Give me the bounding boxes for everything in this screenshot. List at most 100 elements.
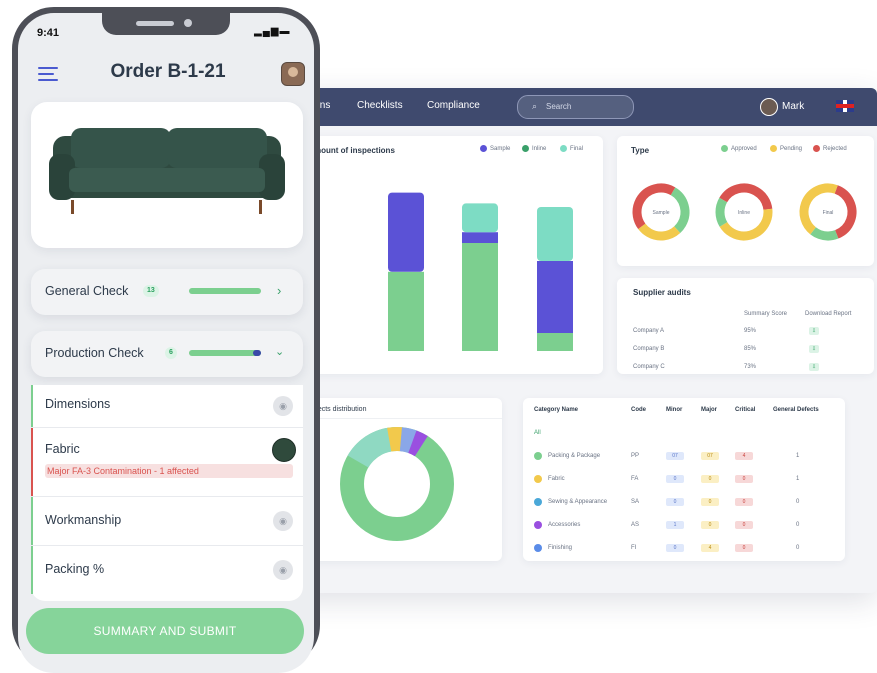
minor-count: 07 [666, 452, 684, 460]
bar-segment-inline[interactable] [537, 261, 573, 333]
category-name: Sewing & Appearance [548, 499, 608, 505]
category-name: Finishing [548, 545, 573, 551]
phone-notch [102, 13, 230, 35]
search-input[interactable]: ⌕ Search [517, 95, 634, 119]
production-check-progress [189, 350, 261, 356]
general-check-label: General Check [45, 284, 129, 298]
uk-flag-icon[interactable] [836, 100, 854, 112]
major-count: 07 [701, 452, 719, 460]
status-time: 9:41 [37, 27, 60, 39]
bar-segment-final[interactable] [537, 207, 573, 261]
major-count: 0 [701, 498, 719, 506]
supplier-score: 95% [744, 328, 757, 334]
phone-frame: 9:41 ▂▄▆▬ Order B-1-21 General Check 13 [12, 7, 320, 673]
product-image-card [31, 102, 303, 248]
user-avatar[interactable] [760, 98, 778, 116]
general-count: 0 [796, 545, 800, 551]
summary-submit-button[interactable]: SUMMARY AND SUBMIT [26, 608, 304, 654]
phone-screen: 9:41 ▂▄▆▬ Order B-1-21 General Check 13 [18, 13, 314, 673]
status-icons: ▂▄▆▬ [254, 26, 290, 37]
col-major: Major [701, 407, 718, 413]
col-minor: Minor [666, 407, 683, 413]
header-download-report: Download Report [805, 311, 852, 317]
minor-count: 0 [666, 498, 684, 506]
category-dot [534, 475, 542, 483]
major-count: 0 [701, 521, 719, 529]
header-summary-score: Summary Score [744, 311, 788, 317]
filter-all[interactable]: All [534, 430, 541, 436]
progress-tip [253, 350, 261, 356]
bar-segment-sample[interactable] [388, 271, 424, 351]
bar-segment-inline[interactable] [462, 232, 498, 243]
fabric-thumbnail[interactable] [272, 438, 296, 462]
camera-icon[interactable]: ◉ [273, 560, 293, 580]
minor-count: 0 [666, 475, 684, 483]
general-check-row[interactable]: General Check 13 › [31, 269, 303, 315]
search-icon: ⌕ [532, 101, 538, 111]
list-item-packing[interactable]: Packing % ◉ [31, 546, 305, 594]
list-item-fabric[interactable]: Fabric Major FA-3 Contamination - 1 affe… [31, 428, 305, 496]
category-code: PP [631, 453, 640, 459]
dashboard-window: ions Checklists Compliance ⌕ Search Mark… [290, 88, 877, 593]
menu-icon[interactable] [38, 67, 58, 81]
supplier-score: 73% [744, 364, 757, 370]
production-items-list: Dimensions ◉ Fabric Major FA-3 Contamina… [31, 385, 303, 601]
item-label: Fabric [45, 442, 80, 456]
nav-item-checklists[interactable]: Checklists [357, 100, 403, 111]
general-check-progress [189, 288, 261, 294]
supplier-company: Company A [633, 328, 665, 334]
bar-segment-sample[interactable] [462, 243, 498, 351]
signal-icon: ▂▄▆ [254, 26, 280, 37]
chevron-right-icon[interactable]: › [277, 283, 281, 298]
minor-count: 1 [666, 521, 684, 529]
minor-count: 0 [666, 544, 684, 552]
supplier-company: Company B [633, 346, 665, 352]
bar-segment-final[interactable] [462, 203, 498, 233]
camera-icon[interactable]: ◉ [273, 396, 293, 416]
download-icon[interactable]: ⇩ [809, 327, 819, 335]
progress-fill [189, 350, 261, 356]
list-item-workmanship[interactable]: Workmanship ◉ [31, 497, 305, 545]
bar-segment-sample[interactable] [537, 333, 573, 351]
critical-count: 4 [735, 452, 753, 460]
list-item-dimensions[interactable]: Dimensions ◉ [31, 385, 305, 427]
item-label: Packing % [45, 562, 105, 576]
download-icon[interactable]: ⇩ [809, 345, 819, 353]
major-count: 4 [701, 544, 719, 552]
user-name[interactable]: Mark [782, 101, 804, 112]
category-code: AS [631, 522, 640, 528]
major-count: 0 [701, 475, 719, 483]
critical-count: 0 [735, 475, 753, 483]
item-label: Dimensions [45, 397, 111, 411]
production-check-row[interactable]: Production Check 6 ⌄ [31, 331, 303, 377]
category-code: FI [631, 545, 637, 551]
sofa-image [49, 128, 285, 214]
general-count: 0 [796, 522, 800, 528]
bar-segment-inline[interactable] [388, 192, 424, 272]
category-dot [534, 498, 542, 506]
avatar[interactable] [281, 62, 305, 86]
defects-donut [340, 426, 454, 541]
page-title: Order B-1-21 [110, 61, 226, 82]
donut-final: Final [799, 183, 857, 241]
type-donuts: Sample Inline Final [632, 183, 857, 241]
general-check-count: 13 [143, 285, 159, 297]
download-icon[interactable]: ⇩ [809, 363, 819, 371]
category-table: Category Name Code Minor Major Critical … [523, 398, 845, 561]
production-check-label: Production Check [45, 346, 144, 360]
critical-count: 0 [735, 521, 753, 529]
col-general-defects: General Defects [773, 407, 819, 413]
chevron-down-icon[interactable]: ⌄ [275, 345, 284, 358]
donut-sample-label: Sample [653, 210, 670, 216]
nav-item-compliance[interactable]: Compliance [427, 100, 480, 111]
category-name: Accessories [548, 522, 581, 528]
defect-alert: Major FA-3 Contamination - 1 affected [45, 464, 293, 478]
category-dot [534, 452, 542, 460]
supplier-score: 85% [744, 346, 757, 352]
bar-chart [290, 192, 573, 351]
category-name: Fabric [548, 476, 565, 482]
general-count: 0 [796, 499, 800, 505]
progress-fill [189, 288, 261, 294]
supplier-panel-title: Supplier audits [633, 288, 691, 297]
camera-icon[interactable]: ◉ [273, 511, 293, 531]
